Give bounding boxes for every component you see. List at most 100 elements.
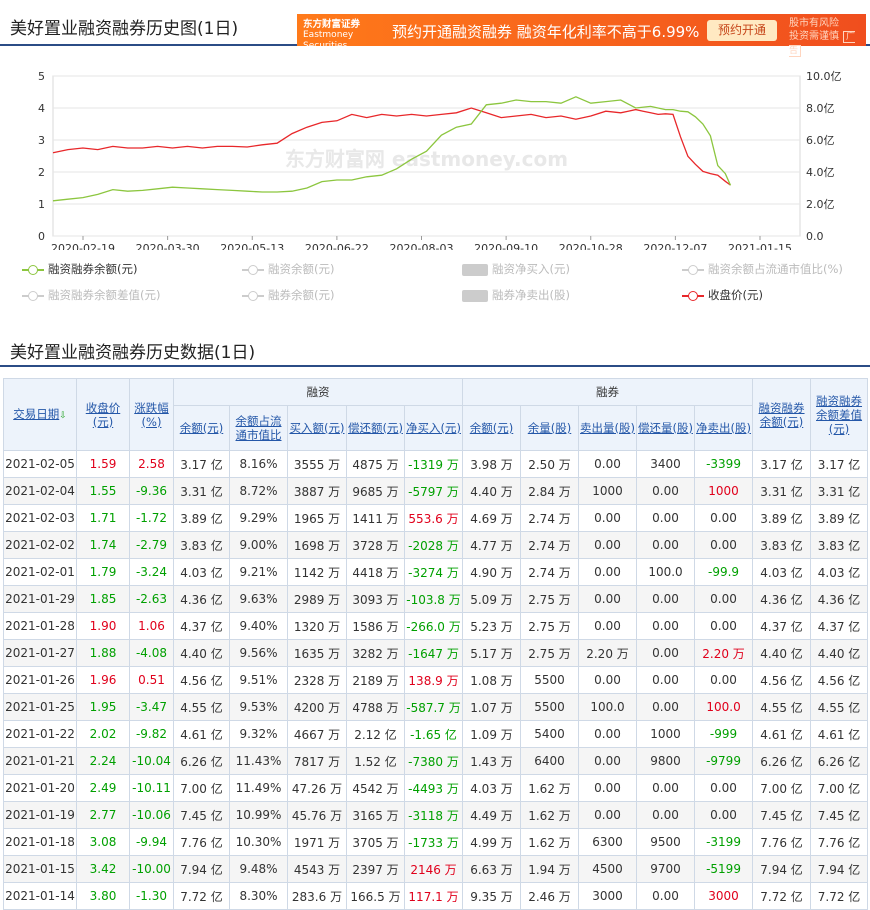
table-cell: 7.94 亿 [173,855,230,883]
header-change[interactable]: 涨跌幅(%) [129,378,174,451]
table-cell: 1.90 [76,612,130,640]
header-rz-repay[interactable]: 偿还额(元) [346,405,405,451]
table-cell: -7380 万 [403,747,464,775]
legend-item[interactable]: 融资融券余额(元) [22,260,137,278]
table-cell: 3.17 亿 [173,450,230,478]
table-cell: 10.30% [229,828,288,856]
table-cell: 2.12 亿 [346,720,405,748]
table-cell: 1000 [636,720,696,748]
table-cell: 1.43 万 [462,747,522,775]
table-cell: 4788 万 [346,693,405,721]
table-cell: 2021-01-28 [3,612,77,640]
table-cell: 1.59 [76,450,130,478]
table-cell: 3400 [636,450,696,478]
table-cell: -3118 万 [403,801,464,829]
header-rz-net[interactable]: 净买入(元) [403,405,464,451]
legend-marker-icon [22,264,44,275]
ad-banner[interactable]: 东方财富证券 Eastmoney Securities 预约开通融资融券 融资年… [297,14,866,57]
table-cell: 2021-02-04 [3,477,77,505]
table-cell: 5400 [520,720,580,748]
table-cell: -10.06 [129,801,174,829]
table-cell: -9799 [694,747,754,775]
table-cell: 4542 万 [346,774,405,802]
table-cell: 3.31 亿 [173,477,230,505]
header-rq-net[interactable]: 净卖出(股) [694,405,754,451]
table-cell: 7.76 亿 [810,828,869,856]
sort-down-icon[interactable]: ⇩ [59,411,67,421]
header-date[interactable]: 交易日期⇩ [3,378,77,451]
table-cell: 3.31 亿 [752,477,812,505]
group-header-rz: 融资 [172,378,464,406]
table-cell: 1.74 [76,531,130,559]
table-cell: 6.26 亿 [810,747,869,775]
table-cell: 0.00 [694,801,754,829]
header-rq-sell[interactable]: 卖出量(股) [578,405,638,451]
broker-logo-name: 东方财富证券 [303,19,361,30]
header-rz-buy[interactable]: 买入额(元) [287,405,347,451]
table-cell: 4.55 亿 [810,693,869,721]
table-cell: 1.08 万 [462,666,522,694]
table-cell: 4.03 亿 [810,558,869,586]
header-rq-balance[interactable]: 余额(元) [462,405,522,451]
table-cell: 10.99% [229,801,288,829]
legend-item[interactable]: 收盘价(元) [682,286,763,304]
table-row: 2021-02-02 1.74 -2.79 3.83 亿 9.00% 1698 万 3728… [3,531,869,559]
table-cell: 9.40% [229,612,288,640]
x-tick-label: 2020-09-10 [474,242,538,250]
table-cell: 3.83 亿 [173,531,230,559]
table-cell: 2021-01-20 [3,774,77,802]
table-cell: 9.51% [229,666,288,694]
table-cell: 2021-01-19 [3,801,77,829]
table-cell: 4.56 亿 [173,666,230,694]
legend-item[interactable]: 融资余额(元) [242,260,334,278]
table-cell: 0.00 [636,477,696,505]
table-cell: -2.79 [129,531,174,559]
ad-text: 预约开通融资融券 融资年化利率不高于6.99% [392,23,700,41]
table-row: 2021-02-05 1.59 2.58 3.17 亿 8.16% 3555 万 4875 … [3,450,869,478]
table-cell: 4.36 亿 [810,585,869,613]
table-cell: 3.31 亿 [810,477,869,505]
table-cell: -3.24 [129,558,174,586]
header-rq-repay[interactable]: 偿还量(股) [636,405,696,451]
table-cell: -9.82 [129,720,174,748]
table-cell: 2021-01-26 [3,666,77,694]
chart-title-bar: 美好置业融资融券历史图(1日) 东方财富证券 Eastmoney Securit… [0,0,870,57]
table-cell: 8.16% [229,450,288,478]
legend-item[interactable]: 融资余额占流通市值比(%) [682,260,843,278]
table-cell: 7.76 亿 [752,828,812,856]
y-left-tick-label: 0 [38,230,45,243]
table-cell: -9.94 [129,828,174,856]
table-row: 2021-01-25 1.95 -3.47 4.55 亿 9.53% 4200 万 4788… [3,693,869,721]
table-cell: 2021-02-03 [3,504,77,532]
table-row: 2021-02-04 1.55 -9.36 3.31 亿 8.72% 3887 万 9685… [3,477,869,505]
legend-item[interactable]: 融券净卖出(股) [462,286,570,304]
table-cell: 166.5 万 [346,882,405,910]
y-left-tick-label: 4 [38,102,45,115]
table-cell: 4.40 亿 [752,639,812,667]
table-cell: -103.8 万 [403,585,464,613]
legend-item[interactable]: 融资融券余额差值(元) [22,286,160,304]
legend-item[interactable]: 融资净买入(元) [462,260,570,278]
x-tick-label: 2020-06-22 [305,242,369,250]
header-rz-balance[interactable]: 余额(元) [173,405,230,451]
header-rq-volume[interactable]: 余量(股) [520,405,580,451]
table-cell: 4.56 亿 [810,666,869,694]
table-row: 2021-02-01 1.79 -3.24 4.03 亿 9.21% 1142 万 4418… [3,558,869,586]
table-cell: 9500 [636,828,696,856]
open-account-button[interactable]: 预约开通 [707,20,777,41]
header-diff[interactable]: 融资融券余额差值(元) [810,378,869,451]
header-close[interactable]: 收盘价(元) [76,378,130,451]
table-cell: 1.06 [129,612,174,640]
table-cell: 4.36 亿 [173,585,230,613]
table-cell: -3199 [694,828,754,856]
table-cell: 4.37 亿 [173,612,230,640]
y-right-tick-label: 8.0亿 [806,102,835,115]
table-cell: 0.00 [578,666,638,694]
risk-note-line2: 投资需谨慎 [789,31,839,42]
header-total[interactable]: 融资融券余额(元) [752,378,812,451]
table-cell: -4.08 [129,639,174,667]
table-cell: 47.26 万 [287,774,347,802]
header-rz-ratio[interactable]: 余额占流通市值比 [229,405,288,451]
legend-item[interactable]: 融券余额(元) [242,286,334,304]
table-cell: 7.94 亿 [752,855,812,883]
